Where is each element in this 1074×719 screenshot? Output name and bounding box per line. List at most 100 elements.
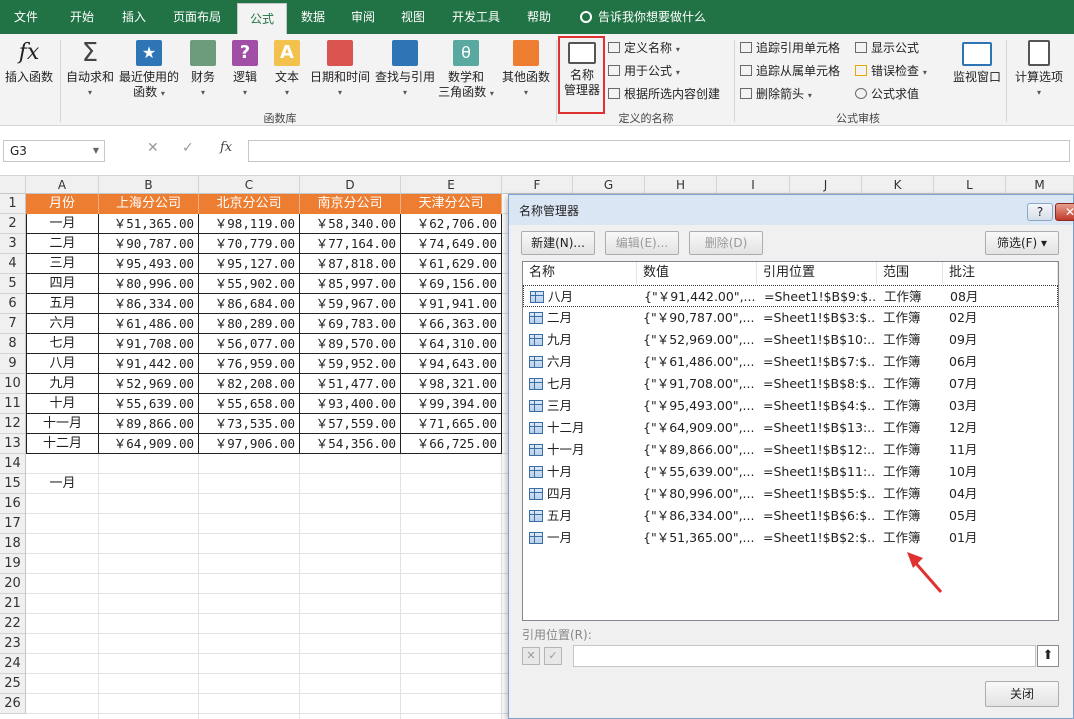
- list-item[interactable]: 五月 {"￥86,334.00",... =Sheet1!$B$6:$... 工作簿 0…: [523, 505, 1058, 527]
- row-header[interactable]: 1: [0, 194, 26, 214]
- amount-cell[interactable]: ￥87,818.00: [300, 254, 401, 274]
- amount-cell[interactable]: ￥91,708.00: [99, 334, 199, 354]
- row-header[interactable]: 10: [0, 374, 26, 394]
- row-header[interactable]: 20: [0, 574, 26, 594]
- column-header[interactable]: I: [717, 176, 790, 194]
- amount-cell[interactable]: ￥56,077.00: [199, 334, 300, 354]
- close-button[interactable]: 关闭: [985, 681, 1059, 707]
- amount-cell[interactable]: ￥59,967.00: [300, 294, 401, 314]
- month-cell[interactable]: 十月: [26, 394, 99, 414]
- tab-review[interactable]: 审阅: [340, 0, 386, 34]
- amount-cell[interactable]: ￥93,400.00: [300, 394, 401, 414]
- row-header[interactable]: 25: [0, 674, 26, 694]
- amount-cell[interactable]: ￥85,997.00: [300, 274, 401, 294]
- amount-cell[interactable]: ￥89,570.00: [300, 334, 401, 354]
- show-formulas-button[interactable]: 显示公式: [855, 40, 919, 56]
- text-button[interactable]: A 文本 ▾: [270, 38, 304, 100]
- list-item[interactable]: 八月 {"￥91,442.00",... =Sheet1!$B$9:$... 工作簿 0…: [523, 285, 1058, 307]
- tab-insert[interactable]: 插入: [110, 0, 158, 34]
- column-header[interactable]: K: [862, 176, 934, 194]
- row-header[interactable]: 18: [0, 534, 26, 554]
- row-header[interactable]: 2: [0, 214, 26, 234]
- amount-cell[interactable]: ￥76,959.00: [199, 354, 300, 374]
- row-header[interactable]: 4: [0, 254, 26, 274]
- amount-cell[interactable]: ￥97,906.00: [199, 434, 300, 454]
- amount-cell[interactable]: ￥62,706.00: [401, 214, 502, 234]
- amount-cell[interactable]: ￥52,969.00: [99, 374, 199, 394]
- row-header[interactable]: 12: [0, 414, 26, 434]
- financial-button[interactable]: 财务 ▾: [186, 38, 220, 100]
- use-in-formula-button[interactable]: 用于公式 ▾: [608, 63, 680, 81]
- amount-cell[interactable]: ￥59,952.00: [300, 354, 401, 374]
- row-header[interactable]: 6: [0, 294, 26, 314]
- column-header[interactable]: B: [99, 176, 199, 194]
- amount-cell[interactable]: ￥61,629.00: [401, 254, 502, 274]
- tab-developer[interactable]: 开发工具: [444, 0, 508, 34]
- tab-view[interactable]: 视图: [390, 0, 436, 34]
- datetime-button[interactable]: 日期和时间 ▾: [308, 38, 372, 100]
- column-header[interactable]: G: [573, 176, 645, 194]
- column-header[interactable]: H: [645, 176, 717, 194]
- column-header[interactable]: E: [401, 176, 502, 194]
- calc-options-button[interactable]: 计算选项 ▾: [1012, 38, 1066, 100]
- amount-cell[interactable]: ￥91,442.00: [99, 354, 199, 374]
- column-header[interactable]: C: [199, 176, 300, 194]
- amount-cell[interactable]: ￥66,363.00: [401, 314, 502, 334]
- formula-input[interactable]: [248, 140, 1070, 162]
- column-header[interactable]: A: [26, 176, 99, 194]
- enter-icon[interactable]: ✓: [182, 140, 194, 156]
- amount-cell[interactable]: ￥71,665.00: [401, 414, 502, 434]
- cancel-icon[interactable]: ✕: [147, 140, 159, 156]
- row-header[interactable]: 5: [0, 274, 26, 294]
- amount-cell[interactable]: ￥69,783.00: [300, 314, 401, 334]
- edit-button[interactable]: 编辑(E)...: [605, 231, 679, 255]
- month-cell[interactable]: 三月: [26, 254, 99, 274]
- amount-cell[interactable]: ￥99,394.00: [401, 394, 502, 414]
- month-cell[interactable]: 七月: [26, 334, 99, 354]
- row-header[interactable]: 23: [0, 634, 26, 654]
- recent-functions-button[interactable]: ★ 最近使用的 函数 ▾: [118, 38, 180, 101]
- tab-page-layout[interactable]: 页面布局: [163, 0, 231, 34]
- month-cell[interactable]: 一月: [26, 214, 99, 234]
- amount-cell[interactable]: ￥95,127.00: [199, 254, 300, 274]
- new-button[interactable]: 新建(N)...: [521, 231, 595, 255]
- amount-cell[interactable]: ￥80,996.00: [99, 274, 199, 294]
- month-cell[interactable]: 八月: [26, 354, 99, 374]
- column-header[interactable]: F: [502, 176, 573, 194]
- row-header[interactable]: 11: [0, 394, 26, 414]
- amount-cell[interactable]: ￥51,365.00: [99, 214, 199, 234]
- cell-a15[interactable]: 一月: [26, 474, 99, 494]
- amount-cell[interactable]: ￥98,321.00: [401, 374, 502, 394]
- row-header[interactable]: 15: [0, 474, 26, 494]
- amount-cell[interactable]: ￥73,535.00: [199, 414, 300, 434]
- error-checking-button[interactable]: 错误检查 ▾: [855, 63, 927, 81]
- amount-cell[interactable]: ￥86,684.00: [199, 294, 300, 314]
- tell-me-box[interactable]: 告诉我你想要做什么: [580, 0, 706, 34]
- list-column-header[interactable]: 批注: [943, 262, 1058, 284]
- list-item[interactable]: 十一月 {"￥89,866.00",... =Sheet1!$B$12:... 工作簿…: [523, 439, 1058, 461]
- amount-cell[interactable]: ￥51,477.00: [300, 374, 401, 394]
- list-column-header[interactable]: 名称: [523, 262, 637, 284]
- amount-cell[interactable]: ￥90,787.00: [99, 234, 199, 254]
- amount-cell[interactable]: ￥64,909.00: [99, 434, 199, 454]
- confirm-edit-icon[interactable]: ✓: [544, 647, 562, 665]
- collapse-dialog-icon[interactable]: ⬆: [1037, 645, 1059, 667]
- amount-cell[interactable]: ￥91,941.00: [401, 294, 502, 314]
- refers-to-input[interactable]: [573, 645, 1036, 667]
- list-item[interactable]: 七月 {"￥91,708.00",... =Sheet1!$B$8:$... 工作簿 0…: [523, 373, 1058, 395]
- amount-cell[interactable]: ￥69,156.00: [401, 274, 502, 294]
- row-header[interactable]: 14: [0, 454, 26, 474]
- list-column-header[interactable]: 引用位置: [757, 262, 877, 284]
- row-header[interactable]: 21: [0, 594, 26, 614]
- list-column-header[interactable]: 范围: [877, 262, 943, 284]
- tab-file[interactable]: 文件: [0, 0, 52, 34]
- lookup-button[interactable]: 查找与引用 ▾: [374, 38, 436, 100]
- amount-cell[interactable]: ￥55,658.00: [199, 394, 300, 414]
- autosum-button[interactable]: Σ 自动求和 ▾: [64, 38, 116, 100]
- amount-cell[interactable]: ￥57,559.00: [300, 414, 401, 434]
- row-header[interactable]: 13: [0, 434, 26, 454]
- cancel-edit-icon[interactable]: ✕: [522, 647, 540, 665]
- column-header[interactable]: M: [1006, 176, 1074, 194]
- amount-cell[interactable]: ￥89,866.00: [99, 414, 199, 434]
- trace-dependents-button[interactable]: 追踪从属单元格: [740, 63, 840, 79]
